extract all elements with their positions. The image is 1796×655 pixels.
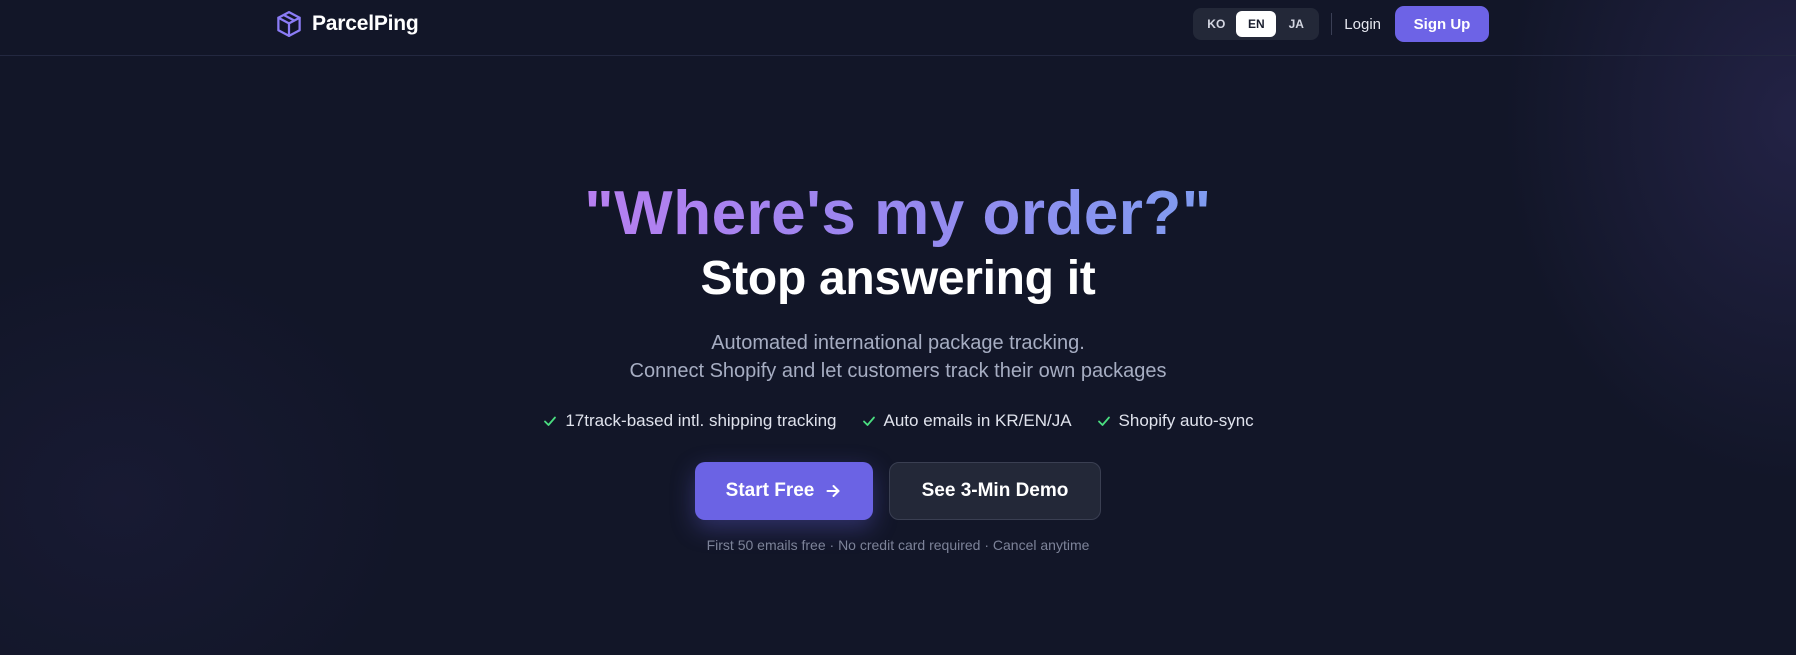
hero-description-line-1: Automated international package tracking…	[711, 332, 1085, 354]
landing-page: ParcelPing KO EN JA Login Sign Up "Where…	[0, 0, 1796, 655]
hero-description-line-2: Connect Shopify and let customers track …	[629, 360, 1167, 382]
language-switcher: KO EN JA	[1193, 8, 1320, 40]
start-free-button[interactable]: Start Free	[695, 462, 873, 520]
check-icon	[544, 416, 557, 426]
feature-item: Auto emails in KR/EN/JA	[861, 411, 1072, 431]
language-option-ja[interactable]: JA	[1276, 11, 1316, 37]
feature-item: Shopify auto-sync	[1096, 411, 1254, 431]
hero-description: Automated international package tracking…	[0, 329, 1796, 385]
top-navbar: ParcelPing KO EN JA Login Sign Up	[0, 0, 1796, 56]
feature-list: 17track-based intl. shipping tracking Au…	[0, 411, 1796, 431]
feature-item: 17track-based intl. shipping tracking	[542, 411, 837, 431]
package-box-icon	[277, 11, 301, 37]
check-icon	[862, 416, 875, 426]
feature-label: Auto emails in KR/EN/JA	[883, 411, 1072, 430]
brand-name: ParcelPing	[312, 12, 419, 35]
hero-headline-quote: "Where's my order?"	[584, 179, 1212, 248]
navbar-actions: KO EN JA Login Sign Up	[1193, 6, 1489, 42]
nav-divider	[1331, 13, 1333, 35]
feature-label: Shopify auto-sync	[1118, 411, 1254, 430]
brand-logo[interactable]: ParcelPing	[274, 9, 419, 39]
language-option-en[interactable]: EN	[1236, 11, 1277, 37]
cta-row: Start Free See 3-Min Demo	[0, 462, 1796, 520]
login-link[interactable]: Login	[1344, 16, 1381, 33]
language-option-ko[interactable]: KO	[1196, 11, 1236, 37]
hero-headline: Stop answering it	[700, 252, 1096, 305]
start-free-label: Start Free	[725, 480, 815, 501]
see-demo-button[interactable]: See 3-Min Demo	[889, 462, 1101, 520]
feature-label: 17track-based intl. shipping tracking	[565, 411, 837, 430]
check-icon	[1097, 416, 1110, 426]
signup-button[interactable]: Sign Up	[1395, 6, 1489, 42]
cta-fineprint: First 50 emails free · No credit card re…	[706, 537, 1090, 553]
arrow-right-icon	[826, 485, 840, 497]
hero-section: "Where's my order?" Stop answering it Au…	[0, 56, 1796, 553]
